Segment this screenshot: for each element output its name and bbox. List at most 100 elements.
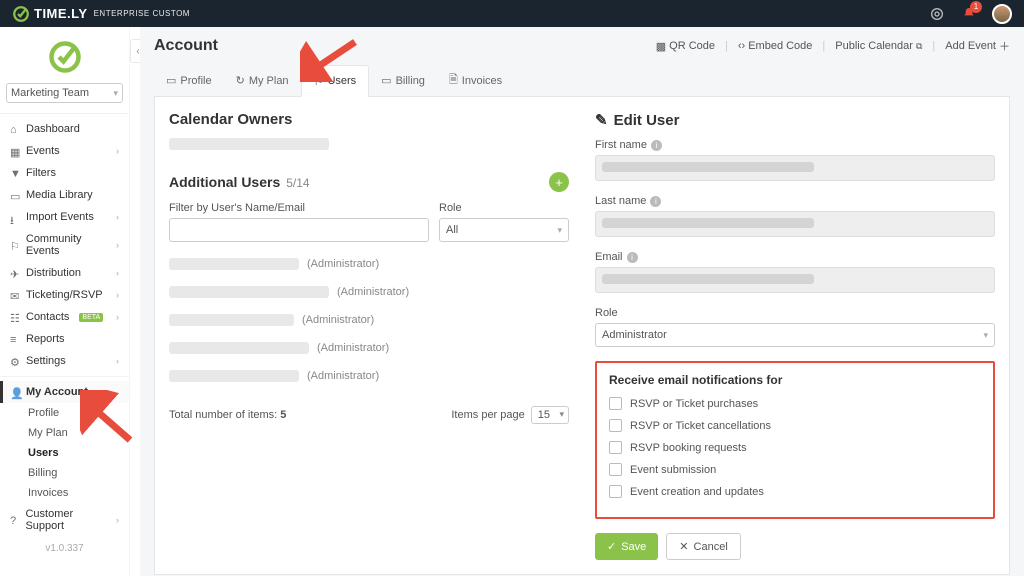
add-event-link[interactable]: Add Event ＋ [945,38,1010,54]
profile-icon: ▭ [166,74,176,87]
sidebar-item-contacts[interactable]: ☷ContactsBETA› [0,306,129,328]
sidebar-label: Distribution [26,267,81,279]
sidebar-sub-my-plan[interactable]: My Plan [0,423,129,443]
total-items-label: Total number of items: [169,409,277,421]
beta-badge: BETA [79,313,103,322]
link-label: QR Code [669,40,715,52]
filter-icon: ▼ [10,168,20,178]
community-icon: ⚐ [10,240,20,250]
public-calendar-link[interactable]: Public Calendar⧉ [835,40,922,52]
brand-suffix: ENTERPRISE CUSTOM [94,9,190,18]
chevron-right-icon: › [116,515,119,525]
sidebar-item-events[interactable]: ▦Events› [0,140,129,162]
checkbox-icon [609,485,622,498]
checkbox-icon [609,397,622,410]
add-user-button[interactable]: + [549,172,569,192]
sidebar-item-dashboard[interactable]: ⌂Dashboard [0,118,129,140]
notifications-title: Receive email notifications for [609,373,981,387]
user-avatar[interactable] [992,4,1012,24]
info-icon[interactable]: i [651,140,662,151]
brand-name: TIME.LY [34,6,88,21]
notif-event-submission[interactable]: Event submission [609,463,981,476]
team-selector[interactable]: Marketing Team▾ [6,83,123,103]
distribution-icon: ✈ [10,268,20,278]
sidebar-collapse-handle[interactable] [130,27,140,576]
user-row[interactable]: (Administrator) [169,286,569,298]
qr-code-link[interactable]: ▩QR Code [656,40,715,53]
sidebar-item-community[interactable]: ⚐Community Events› [0,228,129,262]
button-label: Cancel [694,541,728,553]
checkbox-label: RSVP or Ticket cancellations [630,420,771,432]
sidebar-item-support[interactable]: ?Customer Support› [0,503,129,537]
user-role-text: (Administrator) [317,342,389,354]
email-input[interactable] [595,267,995,293]
sidebar-item-import[interactable]: ⭳Import Events› [0,206,129,228]
sidebar-item-my-account[interactable]: 👤My Account⌄ [0,381,129,403]
top-bar: TIME.LY ENTERPRISE CUSTOM 1 [0,0,1024,27]
tab-billing[interactable]: ▭Billing [369,65,437,96]
last-name-input[interactable] [595,211,995,237]
user-role-text: (Administrator) [337,286,409,298]
sidebar-item-media[interactable]: ▭Media Library [0,184,129,206]
checkbox-icon [609,441,622,454]
tab-users[interactable]: ⚑Users [301,65,370,97]
embed-code-link[interactable]: ‹›Embed Code [738,40,813,52]
sidebar-item-reports[interactable]: ≡Reports [0,328,129,350]
filter-name-input[interactable] [169,218,429,242]
help-icon: ? [10,515,19,525]
role-select[interactable]: Administrator▾ [595,323,995,347]
sidebar-item-settings[interactable]: ⚙Settings› [0,350,129,372]
sidebar-label: Ticketing/RSVP [26,289,103,301]
info-icon[interactable]: i [627,252,638,263]
user-row[interactable]: (Administrator) [169,342,569,354]
sidebar-sub-users[interactable]: Users [0,443,129,463]
tab-invoices[interactable]: 🗎Invoices [437,65,514,96]
tab-profile[interactable]: ▭Profile [154,65,224,96]
user-row[interactable]: (Administrator) [169,258,569,270]
sidebar-item-distribution[interactable]: ✈ Distribution › [0,262,129,284]
user-row[interactable]: (Administrator) [169,370,569,382]
users-panel: Calendar Owners Additional Users5/14 + F… [154,97,1010,575]
chevron-down-icon: ▾ [557,225,562,236]
plus-icon: + [555,175,563,190]
first-name-input[interactable] [595,155,995,181]
plan-icon: ↻ [236,74,245,87]
notif-rsvp-purchases[interactable]: RSVP or Ticket purchases [609,397,981,410]
total-items-value: 5 [280,409,286,421]
import-icon: ⭳ [10,212,20,222]
chevron-right-icon: › [116,290,119,300]
calendar-owners-title: Calendar Owners [169,111,569,128]
sidebar-sub-billing[interactable]: Billing [0,463,129,483]
notif-event-creation[interactable]: Event creation and updates [609,485,981,498]
edit-user-title: ✎Edit User [595,111,995,129]
items-per-page-label: Items per page [451,409,524,421]
close-icon: ✕ [679,540,688,553]
sidebar-label: My Account [26,386,88,398]
user-row[interactable]: (Administrator) [169,314,569,326]
check-icon: ✓ [607,540,616,553]
chevron-right-icon: › [116,356,119,366]
cancel-button[interactable]: ✕ Cancel [666,533,740,560]
sidebar-sub-profile[interactable]: Profile [0,403,129,423]
email-label: Email [595,251,623,263]
sidebar-sub-invoices[interactable]: Invoices [0,483,129,503]
items-per-page-select[interactable]: 15 [531,406,569,424]
notification-bell-icon[interactable]: 1 [960,5,978,23]
sidebar-label: Events [26,145,60,157]
support-icon[interactable] [928,5,946,23]
filter-role-select[interactable]: All▾ [439,218,569,242]
checkbox-label: RSVP booking requests [630,442,747,454]
checkbox-icon [609,419,622,432]
info-icon[interactable]: i [650,196,661,207]
notif-rsvp-cancellations[interactable]: RSVP or Ticket cancellations [609,419,981,432]
app-version: v1.0.337 [0,537,129,560]
save-button[interactable]: ✓Save [595,533,658,560]
sidebar-item-ticketing[interactable]: ✉Ticketing/RSVP› [0,284,129,306]
sidebar-label: Media Library [26,189,93,201]
chevron-right-icon: › [116,268,119,278]
tab-my-plan[interactable]: ↻My Plan [224,65,301,96]
notif-rsvp-booking[interactable]: RSVP booking requests [609,441,981,454]
section-title-text: Edit User [614,112,680,129]
sidebar-item-filters[interactable]: ▼Filters [0,162,129,184]
code-icon: ‹› [738,40,745,52]
